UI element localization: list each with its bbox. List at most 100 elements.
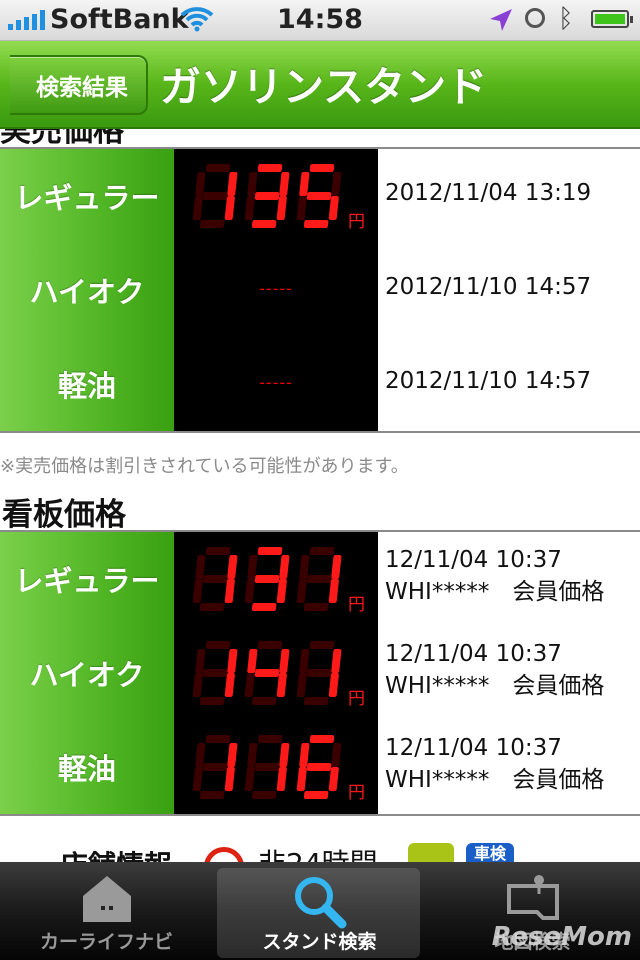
led-segment <box>299 649 310 673</box>
status-bar: SoftBank 14:58 ᛒ <box>0 0 640 41</box>
led-segment <box>227 743 238 767</box>
led-segment <box>328 196 339 220</box>
led-segment <box>202 192 228 200</box>
led-segment <box>202 575 228 583</box>
price-info: 12/11/04 10:37 WHI***** 会員価格 <box>385 544 604 608</box>
led-segment <box>309 547 335 555</box>
price-led-display: 円 <box>174 626 378 720</box>
currency-unit: 円 <box>348 212 365 232</box>
led-segment <box>309 164 335 172</box>
led-segment <box>192 196 203 220</box>
price-row-diesel-board: 軽油 円 12/11/04 10:37 WHI***** 会員価格 <box>0 720 640 816</box>
price-date: 2012/11/10 14:57 <box>385 274 592 300</box>
led-segment <box>192 673 203 697</box>
led-segment <box>309 641 335 649</box>
led-segment <box>224 196 235 220</box>
led-segment <box>306 669 332 677</box>
navigation-bar: 検索結果 ガソリンスタンド <box>0 41 640 129</box>
led-segment <box>244 579 255 603</box>
section-title-board-price: 看板価格 <box>2 497 126 533</box>
led-segment <box>251 791 277 799</box>
member-price-label: WHI***** 会員価格 <box>385 767 605 793</box>
fuel-type-label: ハイオク <box>0 626 174 720</box>
tab-label: スタンド検索 <box>262 931 377 953</box>
no-price-indicator: ----- <box>259 279 293 298</box>
led-segment <box>306 575 332 583</box>
watermark-logo: ReseMom <box>491 922 632 952</box>
led-segment <box>227 649 238 673</box>
price-info: 12/11/04 10:37 WHI***** 会員価格 <box>385 638 604 702</box>
price-led-display: 円 <box>174 149 378 243</box>
price-digits: 円 <box>192 547 365 615</box>
tab-bar: カーライフナビ スタンド検索 地図検索 ReseMom <box>0 862 640 960</box>
store-info-label: 店舗情報 <box>60 844 172 862</box>
inspection-badge: 車検 <box>466 843 514 862</box>
garage-icon <box>82 876 131 922</box>
led-segment <box>254 575 280 583</box>
alarm-clock-icon <box>525 8 545 28</box>
price-info: 12/11/04 10:37 WHI***** 会員価格 <box>385 732 604 796</box>
led-segment <box>224 767 235 791</box>
store-info-row[interactable]: 店舗情報 非24時間 車検 <box>0 839 640 862</box>
led-segment <box>331 172 342 196</box>
led-segment <box>199 697 225 705</box>
led-segment <box>279 172 290 196</box>
led-segment <box>199 220 225 228</box>
led-segment <box>303 220 329 228</box>
fuel-type-label: レギュラー <box>0 532 174 626</box>
led-segment <box>244 673 255 697</box>
led-segment <box>279 555 290 579</box>
led-segment <box>306 192 332 200</box>
price-row-premium-actual: ハイオク ----- 2012/11/10 14:57 <box>0 243 640 339</box>
led-segment <box>195 555 206 579</box>
led-segment <box>328 579 339 603</box>
price-date: 12/11/04 10:37 <box>385 547 562 573</box>
led-segment <box>202 669 228 677</box>
led-segment <box>251 697 277 705</box>
price-digits: 円 <box>192 641 365 709</box>
price-date: 12/11/04 10:37 <box>385 735 562 761</box>
fuel-type-label: 軽油 <box>0 337 174 431</box>
led-segment <box>296 196 307 220</box>
led-segment <box>257 164 283 172</box>
led-segment <box>276 767 287 791</box>
price-date: 2012/11/04 13:19 <box>385 180 592 206</box>
currency-unit: 円 <box>348 783 365 803</box>
price-row-regular-actual: レギュラー 円 2012/11/04 13:19 <box>0 149 640 245</box>
led-segment <box>205 641 231 649</box>
led-segment <box>192 579 203 603</box>
fuel-type-label: 軽油 <box>0 720 174 814</box>
tab-stand-search[interactable]: スタンド検索 <box>213 862 426 960</box>
led-segment <box>257 641 283 649</box>
page-title: ガソリンスタンド <box>160 63 488 111</box>
currency-unit: 円 <box>348 689 365 709</box>
led-segment <box>257 735 283 743</box>
led-segment <box>296 579 307 603</box>
back-button[interactable]: 検索結果 <box>10 55 148 115</box>
price-date: 2012/11/10 14:57 <box>385 368 592 394</box>
led-segment <box>227 555 238 579</box>
led-segment <box>247 172 258 196</box>
led-segment <box>299 172 310 196</box>
led-segment <box>296 767 307 791</box>
led-segment <box>276 579 287 603</box>
price-led-display: ----- <box>174 243 378 337</box>
led-segment <box>244 767 255 791</box>
tab-label: カーライフナビ <box>39 931 173 953</box>
discount-note: ※実売価格は割引きされている可能性があります。 <box>0 456 409 477</box>
led-segment <box>254 763 280 771</box>
led-segment <box>331 555 342 579</box>
price-digits: 円 <box>192 164 365 232</box>
led-segment <box>205 164 231 172</box>
fuel-type-label: ハイオク <box>0 243 174 337</box>
led-segment <box>309 735 335 743</box>
led-segment <box>331 743 342 767</box>
magnifier-icon <box>294 877 346 929</box>
tab-car-life-navi[interactable]: カーライフナビ <box>0 862 213 960</box>
battery-icon <box>591 10 633 28</box>
led-segment <box>296 673 307 697</box>
led-segment <box>244 196 255 220</box>
scroll-content[interactable]: 実売価格 レギュラー 円 2012/11/04 13:19 ハイオク -----… <box>0 129 640 862</box>
led-segment <box>303 697 329 705</box>
no-price-indicator: ----- <box>259 373 293 392</box>
